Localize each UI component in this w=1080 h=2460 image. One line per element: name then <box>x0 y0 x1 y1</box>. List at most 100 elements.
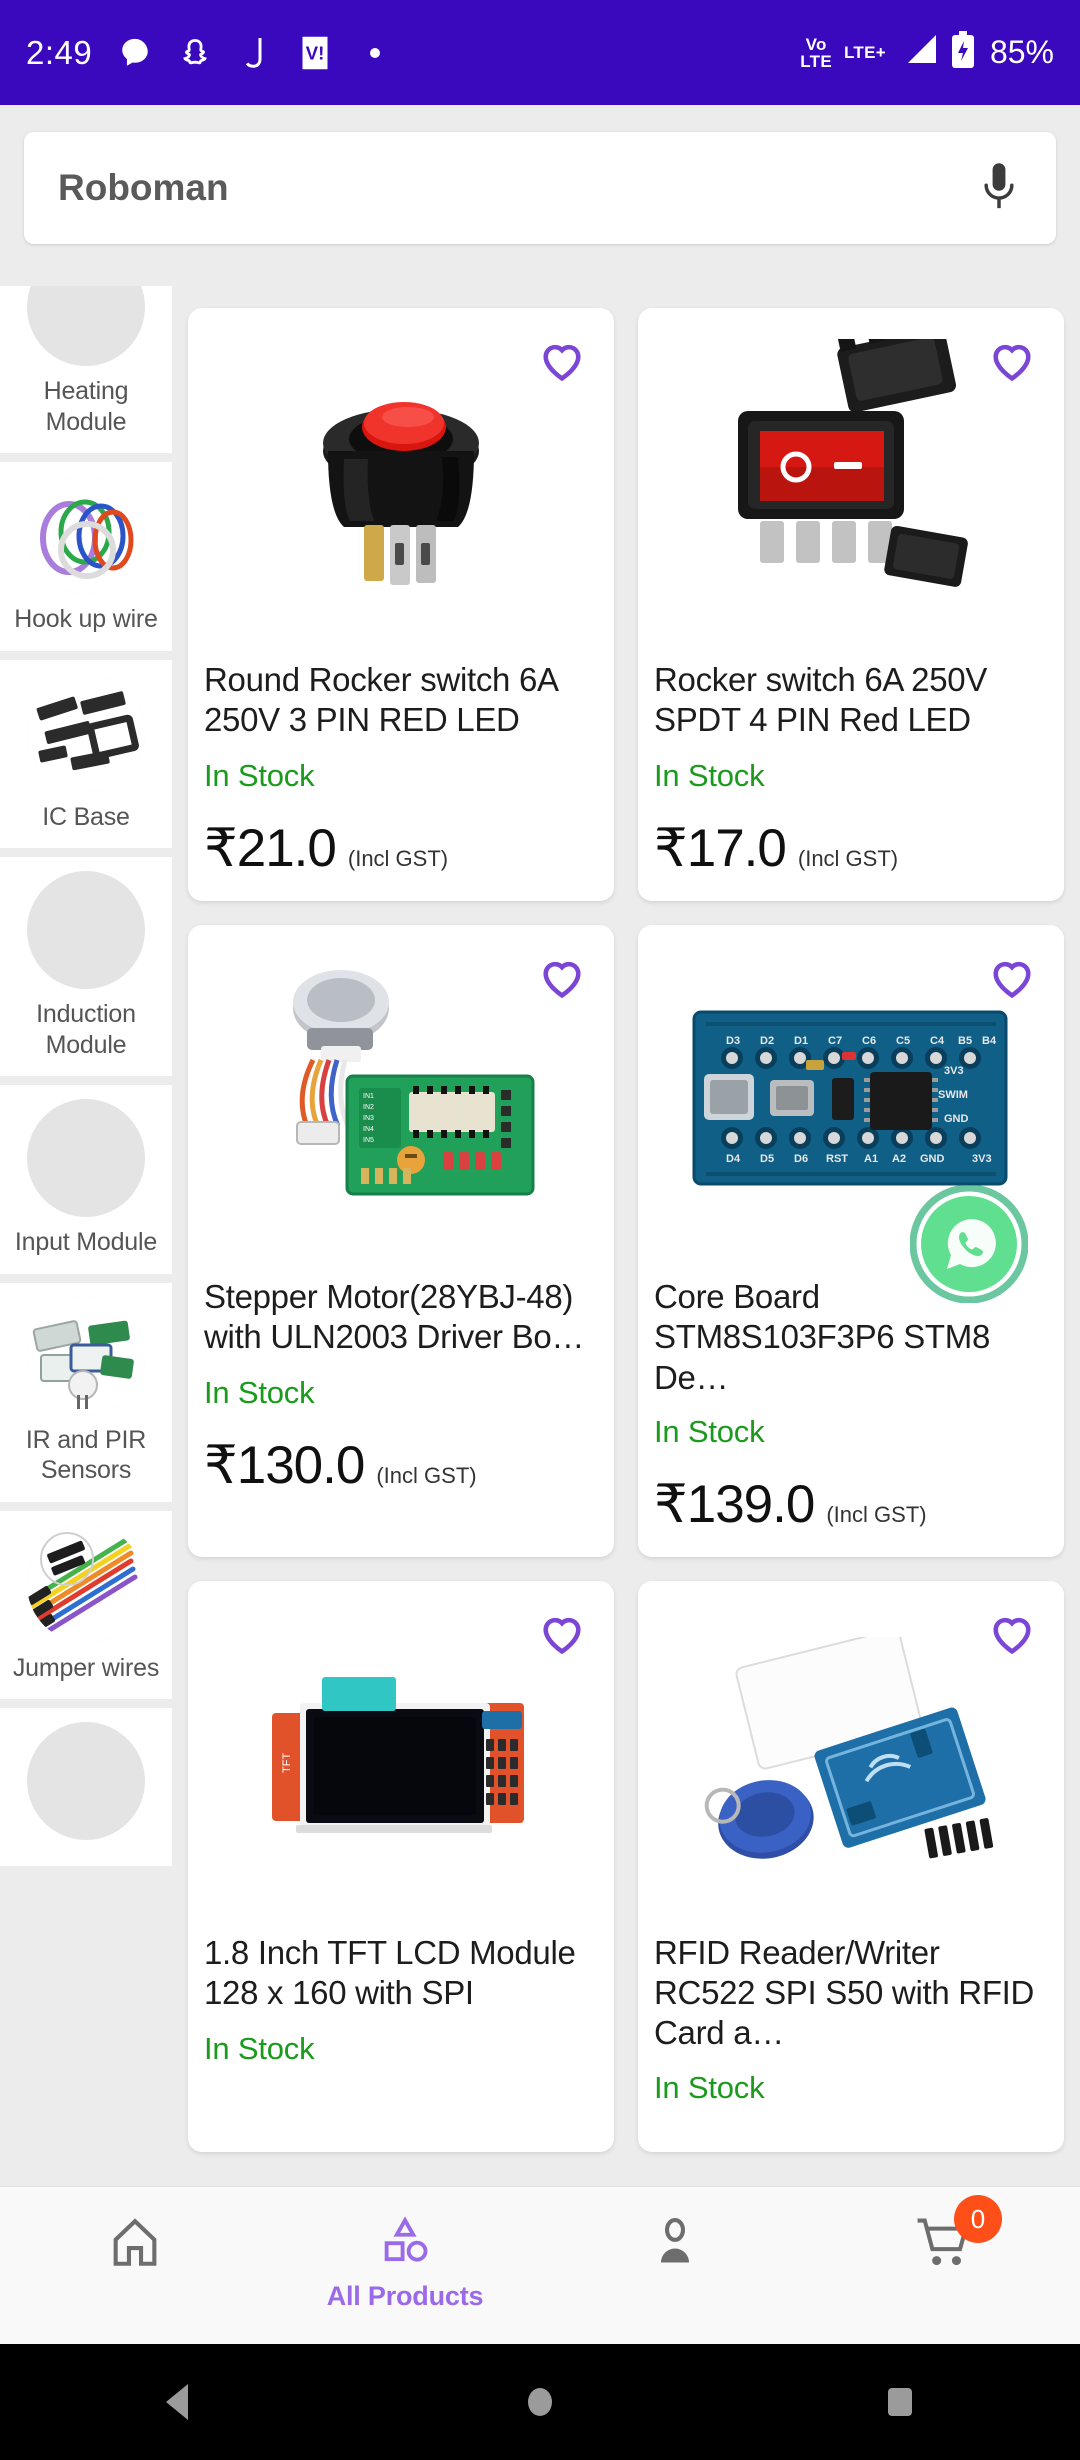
svg-text:IN1: IN1 <box>363 1093 374 1100</box>
status-bar-system-icons: Vo LTE LTE+ 85% <box>800 31 1054 74</box>
svg-text:C7: C7 <box>828 1035 842 1047</box>
heart-outline-icon[interactable] <box>986 1607 1038 1659</box>
product-stock-status: In Stock <box>204 1375 315 1410</box>
product-price: ₹17.0 <box>654 819 787 878</box>
search-bar[interactable]: Roboman <box>24 132 1056 244</box>
svg-text:GND: GND <box>944 1113 969 1125</box>
recents-square-icon[interactable] <box>720 2380 1080 2424</box>
bottom-navigation-bar: All Products 0 <box>0 2186 1080 2344</box>
svg-text:A2: A2 <box>892 1153 906 1165</box>
jumper-wires-thumb <box>27 1524 145 1643</box>
product-card[interactable]: Round Rocker switch 6A 250V 3 PIN RED LE… <box>188 308 614 901</box>
product-price: ₹130.0 <box>204 1436 365 1495</box>
nav-item-account[interactable] <box>540 2211 810 2281</box>
j-app-icon <box>236 34 274 72</box>
svg-text:B5: B5 <box>958 1035 972 1047</box>
battery-icon <box>950 31 976 74</box>
vi-app-icon: V! <box>296 34 334 72</box>
heart-outline-icon[interactable] <box>986 334 1038 386</box>
product-title: Stepper Motor(28YBJ-48) with ULN2003 Dri… <box>204 1278 585 1356</box>
heart-outline-icon[interactable] <box>536 951 588 1003</box>
product-gst-note: (Incl GST) <box>376 1463 477 1488</box>
sidebar-item-induction-module[interactable]: Induction Module <box>0 857 172 1076</box>
svg-text:D5: D5 <box>760 1153 774 1165</box>
svg-text:GND: GND <box>920 1153 945 1165</box>
sidebar-item-label: Hook up wire <box>14 605 158 633</box>
home-circle-icon[interactable] <box>360 2380 720 2424</box>
heart-outline-icon[interactable] <box>986 951 1038 1003</box>
svg-text:TFT: TFT <box>281 1752 293 1772</box>
sidebar-item-label: Heating Module <box>43 377 129 436</box>
svg-text:D2: D2 <box>760 1035 774 1047</box>
product-price-row: ₹130.0 (Incl GST) <box>204 1435 598 1496</box>
search-input[interactable]: Roboman <box>58 167 976 209</box>
product-card[interactable]: Rocker switch 6A 250V SPDT 4 PIN Red LED… <box>638 308 1064 901</box>
product-gst-note: (Incl GST) <box>347 846 449 871</box>
product-card[interactable]: IN1 IN2 IN3 IN4 IN5 Stepper Motor(28YBJ-… <box>188 925 614 1557</box>
heart-outline-icon[interactable] <box>536 334 588 386</box>
product-stock-status: In Stock <box>654 758 765 793</box>
nav-item-all-products[interactable]: All Products <box>270 2211 540 2312</box>
svg-text:V!: V! <box>306 42 325 63</box>
status-bar: 2:49 V! Vo LTE LTE+ 85% <box>0 0 1080 105</box>
input-module-thumb <box>27 1099 145 1217</box>
product-title: RFID Reader/Writer RC522 SPI S50 with RF… <box>654 1933 1035 2052</box>
sidebar-item-label: IR and PIR Sensors <box>25 1425 147 1485</box>
product-card[interactable]: RFID Reader/Writer RC522 SPI S50 with RF… <box>638 1580 1064 2152</box>
sidebar-item-next-category[interactable] <box>0 1708 172 1866</box>
category-sidebar[interactable]: Heating Module Hook up wire IC Base Indu… <box>0 286 172 2186</box>
sidebar-item-jumper-wires[interactable]: Jumper wires <box>0 1510 172 1699</box>
battery-percent-label: 85% <box>989 34 1054 70</box>
product-stock-status: In Stock <box>204 758 315 793</box>
ir-pir-sensors-thumb <box>27 1296 145 1415</box>
product-title: 1.8 Inch TFT LCD Module 128 x 160 with S… <box>204 1933 576 2011</box>
svg-text:B4: B4 <box>982 1035 997 1047</box>
sidebar-item-label: Input Module <box>14 1228 158 1256</box>
sidebar-item-ir-and-pir-sensors[interactable]: IR and PIR Sensors <box>0 1282 172 1502</box>
svg-text:D1: D1 <box>794 1035 808 1047</box>
hook-up-wire-thumb <box>27 476 145 594</box>
svg-text:RST: RST <box>826 1153 848 1165</box>
svg-text:IN5: IN5 <box>363 1137 374 1144</box>
sidebar-item-ic-base[interactable]: IC Base <box>0 659 172 848</box>
svg-text:IN3: IN3 <box>363 1115 374 1122</box>
svg-text:C5: C5 <box>896 1035 910 1047</box>
product-price-row: ₹139.0 (Incl GST) <box>654 1474 1048 1535</box>
nav-item-home[interactable] <box>0 2211 270 2281</box>
heating-module-thumb <box>27 286 145 366</box>
volte-icon: Vo LTE <box>800 36 832 70</box>
chat-bubble-icon <box>116 34 154 72</box>
svg-text:D6: D6 <box>794 1153 808 1165</box>
sidebar-item-hook-up-wire[interactable]: Hook up wire <box>0 462 172 651</box>
svg-text:3V3: 3V3 <box>944 1065 964 1077</box>
sidebar-item-input-module[interactable]: Input Module <box>0 1085 172 1274</box>
svg-text:A1: A1 <box>864 1153 878 1165</box>
product-card[interactable]: TFT 1.8 Inch TFT LCD Module 128 x 160 wi… <box>188 1580 614 2152</box>
shapes-icon[interactable] <box>376 2211 434 2273</box>
product-price-row: ₹21.0 (Incl GST) <box>204 818 598 879</box>
product-gst-note: (Incl GST) <box>797 846 899 871</box>
sidebar-item-heating-module[interactable]: Heating Module <box>0 286 172 453</box>
app-screen: 2:49 V! Vo LTE LTE+ 85% Roboman Heating … <box>0 0 1080 2460</box>
nav-item-cart[interactable]: 0 <box>810 2195 1080 2281</box>
product-stock-status: In Stock <box>654 2069 765 2105</box>
person-icon[interactable] <box>646 2211 704 2273</box>
whatsapp-icon[interactable] <box>909 1184 1029 1304</box>
product-stock-status: In Stock <box>204 2030 315 2066</box>
home-icon[interactable] <box>106 2211 164 2273</box>
microphone-icon[interactable] <box>976 160 1022 216</box>
back-triangle-icon[interactable] <box>0 2380 360 2424</box>
volte-line-2: LTE <box>800 51 832 71</box>
android-navigation-bar <box>0 2344 1080 2460</box>
cart-icon[interactable]: 0 <box>914 2195 1002 2273</box>
svg-text:SWIM: SWIM <box>938 1089 968 1101</box>
signal-strength-icon <box>898 33 938 72</box>
svg-text:IN2: IN2 <box>363 1104 374 1111</box>
sidebar-item-label: IC Base <box>42 802 130 831</box>
induction-module-thumb <box>27 871 145 989</box>
snapchat-icon <box>176 34 214 72</box>
heart-outline-icon[interactable] <box>536 1607 588 1659</box>
svg-text:D4: D4 <box>726 1153 741 1165</box>
ic-base-thumb <box>27 673 145 792</box>
status-bar-clock: 2:49 <box>26 33 93 71</box>
